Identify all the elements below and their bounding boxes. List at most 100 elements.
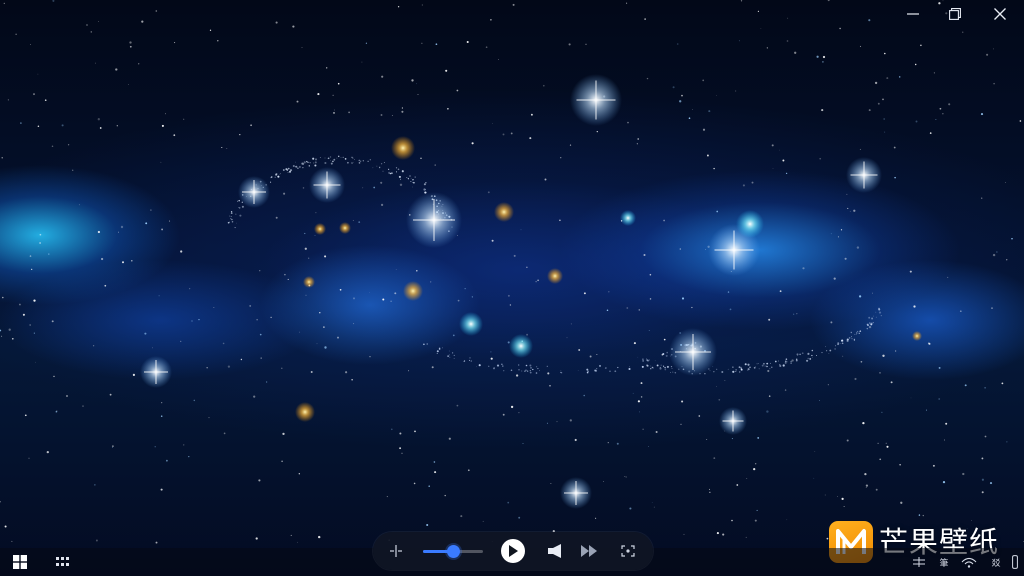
glowing-star: [295, 402, 315, 422]
glowing-star: [547, 268, 563, 284]
star: [822, 61, 824, 63]
particle: [656, 364, 659, 367]
star: [595, 517, 597, 519]
screenshot-button[interactable]: [617, 541, 639, 561]
particle: [769, 362, 771, 364]
star: [0, 501, 1, 503]
star: [679, 248, 682, 250]
star: [180, 340, 182, 343]
particle: [303, 161, 306, 164]
star: [92, 345, 95, 347]
star: [253, 395, 256, 398]
playlist-add-button[interactable]: [385, 541, 407, 561]
particle: [332, 160, 334, 163]
particle: [423, 343, 425, 346]
star: [537, 279, 539, 282]
particle: [666, 351, 668, 354]
star: [846, 439, 849, 442]
play-button[interactable]: [501, 539, 525, 563]
start-button[interactable]: [8, 548, 32, 576]
star: [391, 115, 393, 116]
glowing-star: [303, 276, 315, 288]
star: [352, 297, 356, 300]
tray-notification[interactable]: [1008, 548, 1022, 576]
particle: [548, 372, 549, 374]
star: [842, 355, 844, 357]
star: [529, 137, 532, 140]
particle: [797, 354, 799, 356]
close-button[interactable]: [977, 0, 1023, 28]
mute-button[interactable]: [545, 541, 567, 561]
tray-keyboard[interactable]: [908, 548, 930, 576]
star: [510, 132, 513, 135]
fast-forward-button[interactable]: [578, 541, 600, 561]
star: [740, 0, 743, 2]
star: [351, 379, 353, 381]
particle: [478, 364, 481, 367]
star: [15, 33, 17, 35]
star: [129, 41, 132, 44]
star: [33, 299, 36, 302]
star: [33, 332, 35, 334]
particle: [234, 227, 236, 229]
volume-thumb[interactable]: [447, 545, 460, 558]
input-method-label[interactable]: 筆: [934, 548, 954, 576]
particle: [846, 339, 849, 343]
particle: [650, 368, 652, 370]
particle: [382, 170, 384, 172]
star: [751, 181, 754, 184]
tray-network[interactable]: [958, 548, 980, 576]
volume-slider[interactable]: [423, 545, 483, 558]
star: [373, 186, 376, 189]
particle: [546, 365, 548, 367]
star: [702, 128, 706, 131]
star: [145, 222, 148, 225]
star: [452, 334, 455, 337]
particle: [312, 157, 315, 160]
star: [771, 144, 774, 147]
star: [260, 357, 262, 359]
star: [1006, 259, 1008, 261]
particle: [784, 360, 787, 363]
star: [636, 143, 638, 145]
star: [964, 384, 967, 387]
star: [637, 400, 641, 403]
star: [947, 276, 949, 278]
particle: [327, 157, 330, 160]
star: [830, 233, 832, 235]
particle: [336, 157, 338, 159]
star: [390, 300, 392, 302]
task-view-button[interactable]: [50, 548, 76, 576]
star: [490, 18, 492, 21]
star: [515, 374, 519, 377]
star: [648, 446, 649, 447]
star: [708, 110, 711, 113]
star: [353, 323, 355, 325]
particle: [858, 331, 860, 333]
star: [290, 534, 292, 536]
star: [864, 472, 867, 476]
particle: [313, 162, 315, 164]
star: [513, 254, 516, 257]
star: [872, 292, 873, 294]
star: [844, 257, 847, 260]
star: [882, 98, 884, 101]
particle: [369, 159, 371, 161]
tray-language-label[interactable]: 㸚: [986, 548, 1006, 576]
star: [339, 288, 342, 291]
restore-icon: [949, 8, 961, 20]
particle: [449, 356, 451, 358]
star: [713, 457, 716, 459]
star: [640, 396, 643, 398]
particle: [670, 366, 673, 368]
star: [574, 438, 577, 442]
star: [435, 43, 438, 46]
star: [640, 382, 643, 385]
particle: [735, 369, 737, 371]
star: [97, 230, 101, 234]
particle: [229, 215, 231, 217]
star: [569, 419, 572, 422]
star: [100, 257, 104, 261]
minimize-button[interactable]: [890, 0, 936, 28]
restore-button[interactable]: [932, 0, 978, 28]
